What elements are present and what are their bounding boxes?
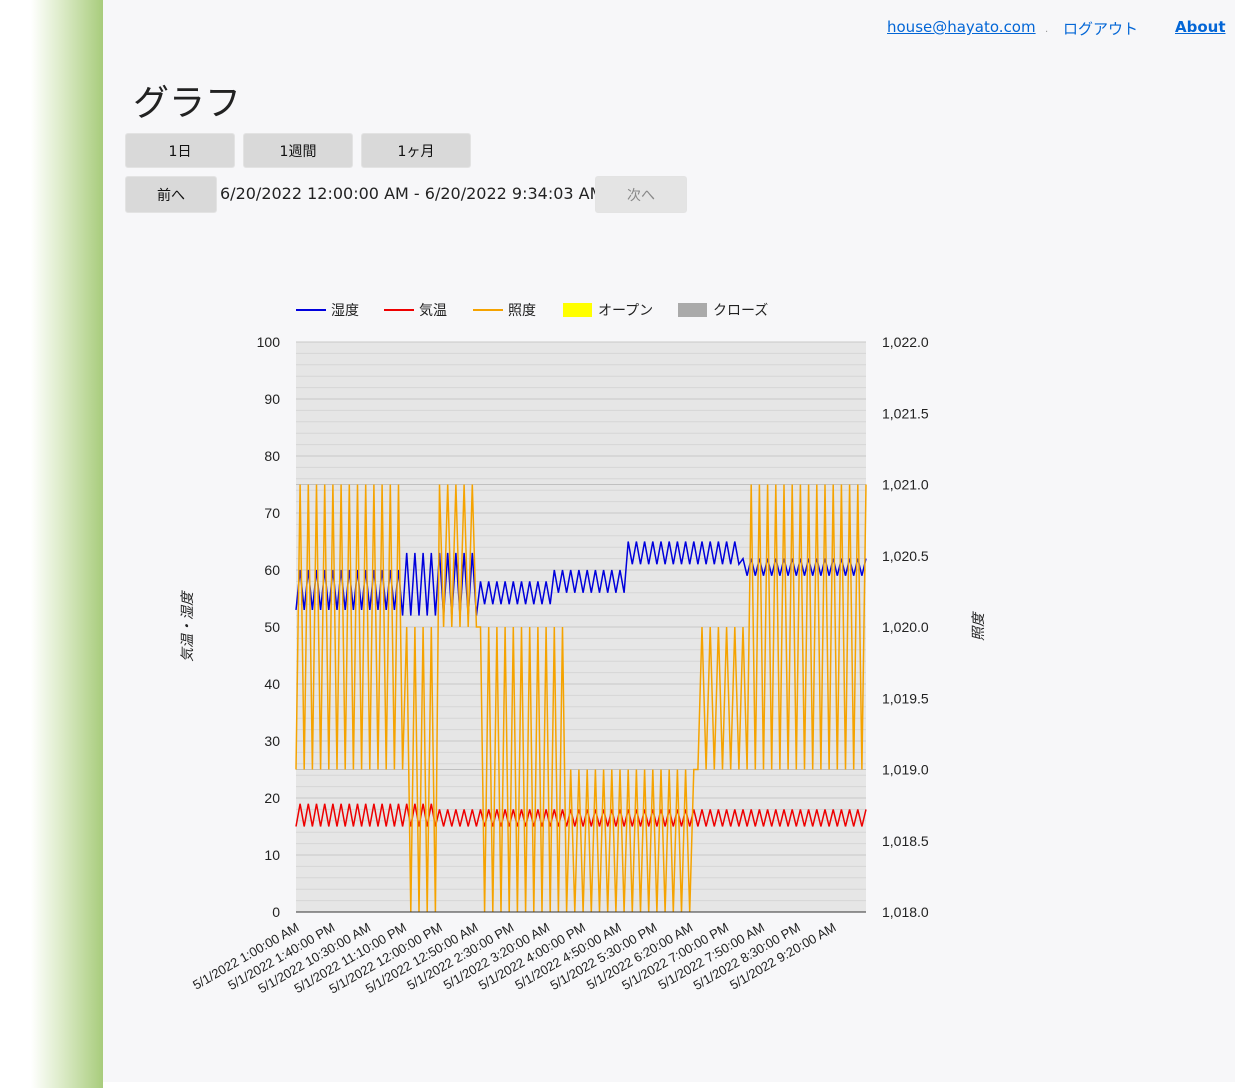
left-tick-label: 10	[264, 847, 280, 863]
right-tick-label: 1,018.5	[882, 833, 929, 849]
left-tick-label: 60	[264, 562, 280, 578]
right-tick-label: 1,021.5	[882, 405, 929, 421]
left-tick-label: 30	[264, 733, 280, 749]
right-tick-label: 1,021.0	[882, 477, 929, 493]
chart-legend: 湿度 気温 照度 オープン クローズ	[296, 302, 768, 318]
right-tick-label: 1,022.0	[882, 334, 929, 350]
left-tick-label: 90	[264, 391, 280, 407]
sensor-chart: 湿度 気温 照度 オープン クローズ 1009080706050403020100 1,…	[179, 302, 986, 997]
right-tick-label: 1,020.5	[882, 548, 929, 564]
left-axis-label: 気温・湿度	[179, 590, 195, 662]
left-tick-label: 50	[264, 619, 280, 635]
legend-label: 湿度	[331, 302, 359, 318]
left-tick-label: 0	[272, 904, 280, 920]
left-tick-label: 80	[264, 448, 280, 464]
left-axis-ticks: 1009080706050403020100	[257, 334, 281, 920]
x-axis-labels: 5/1/2022 1:00:00 AM5/1/2022 1:40:00 PM5/…	[190, 920, 838, 997]
right-axis-label: 照度	[970, 611, 986, 641]
legend-label: オープン	[598, 302, 653, 318]
right-axis-ticks: 1,022.0 1,021.5 1,021.0 1,020.5 1,020.0 1,019…	[882, 334, 929, 920]
left-tick-label: 70	[264, 505, 280, 521]
right-tick-label: 1,019.0	[882, 762, 929, 778]
left-tick-label: 100	[257, 334, 281, 350]
right-tick-label: 1,020.0	[882, 619, 929, 635]
legend-label: 気温	[419, 302, 447, 318]
left-tick-label: 40	[264, 676, 280, 692]
right-tick-label: 1,018.0	[882, 904, 929, 920]
legend-swatch	[563, 303, 592, 317]
legend-label: 照度	[508, 302, 536, 318]
legend-label: クローズ	[713, 302, 768, 318]
legend-swatch	[678, 303, 707, 317]
left-tick-label: 20	[264, 790, 280, 806]
right-tick-label: 1,019.5	[882, 690, 929, 706]
